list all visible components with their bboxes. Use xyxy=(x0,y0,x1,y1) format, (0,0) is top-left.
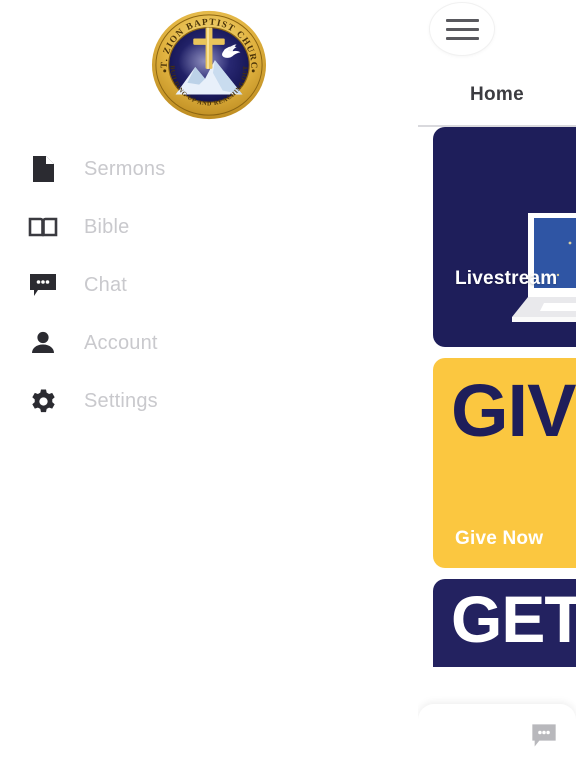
hamburger-line xyxy=(445,18,479,22)
sidebar-item-label: Bible xyxy=(84,216,130,238)
sidebar-item-chat[interactable]: Chat xyxy=(0,256,418,314)
sidebar-item-label: Settings xyxy=(84,390,158,412)
get-word-art: GET xyxy=(451,582,576,656)
page-title: Home xyxy=(470,84,524,105)
person-icon xyxy=(26,326,60,360)
give-card[interactable]: GIVE Give Now xyxy=(433,358,576,568)
church-logo: MT. ZION BAPTIST CHURCH BUILDING UP AND … xyxy=(0,6,418,124)
church-seal-logo: MT. ZION BAPTIST CHURCH BUILDING UP AND … xyxy=(150,6,267,120)
sidebar-item-sermons[interactable]: Sermons xyxy=(0,140,418,198)
main-screen: Home Livestream GIV Give Now GET xyxy=(418,0,576,768)
navigation-drawer: MT. ZION BAPTIST CHURCH BUILDING UP AND … xyxy=(0,0,418,768)
hamburger-line xyxy=(445,27,479,31)
sidebar-item-label: Chat xyxy=(84,274,128,296)
sidebar-item-account[interactable]: Account xyxy=(0,314,418,372)
drawer-menu: Sermons Bible Chat Account Settings xyxy=(0,140,418,430)
document-icon xyxy=(26,152,60,186)
sidebar-item-bible[interactable]: Bible xyxy=(0,198,418,256)
card-list: Livestream GIVE Give Now GET xyxy=(418,127,576,667)
chat-bubble-icon[interactable] xyxy=(530,722,558,750)
sidebar-item-settings[interactable]: Settings xyxy=(0,372,418,430)
sidebar-item-label: Account xyxy=(84,332,158,354)
hamburger-line xyxy=(445,36,479,40)
bottom-bar xyxy=(418,704,576,768)
livestream-card-caption: Livestream xyxy=(455,268,558,289)
chat-bubble-icon xyxy=(26,268,60,302)
give-card-caption: Give Now xyxy=(455,528,544,549)
gear-icon xyxy=(26,384,60,418)
livestream-card[interactable]: Livestream xyxy=(433,127,576,347)
give-word-art: GIVE xyxy=(451,369,576,452)
hamburger-menu-icon[interactable] xyxy=(430,3,494,55)
app-root: Home Livestream GIV Give Now GET T. ZION… xyxy=(0,0,576,768)
sidebar-item-label: Sermons xyxy=(84,158,166,180)
get-card[interactable]: GET xyxy=(433,579,576,667)
open-book-icon xyxy=(26,210,60,244)
top-bar: Home xyxy=(418,0,576,127)
